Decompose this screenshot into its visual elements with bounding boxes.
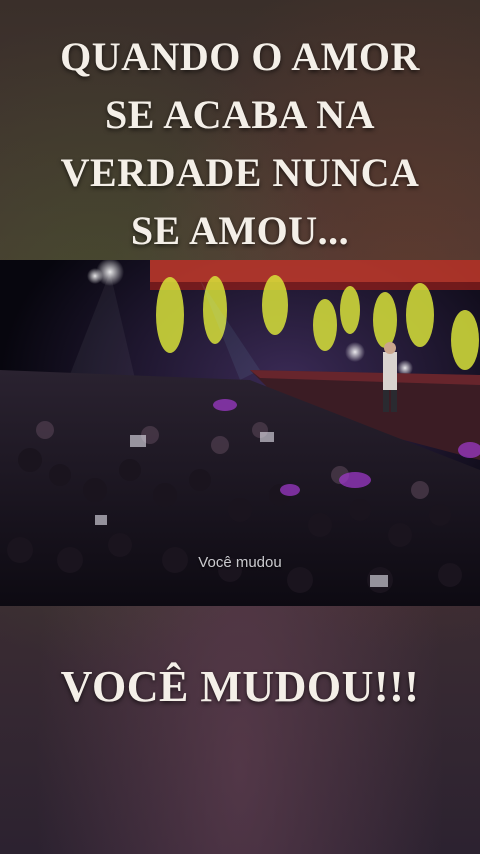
top-caption-line-2: SE ACABA NA [104,92,375,137]
top-caption-line-3: VERDADE NUNCA [60,150,420,195]
top-caption-line-4: SE AMOU... [130,208,350,253]
bottom-caption: VOCÊ MUDOU!!! [60,662,420,711]
video-subtitle: Você mudou [198,554,282,571]
top-caption-line-1: QUANDO O AMOR [60,34,420,79]
top-caption: QUANDO O AMOR SE ACABA NA VERDADE NUNCA … [0,28,480,260]
concert-video[interactable]: Você mudou [0,260,480,606]
